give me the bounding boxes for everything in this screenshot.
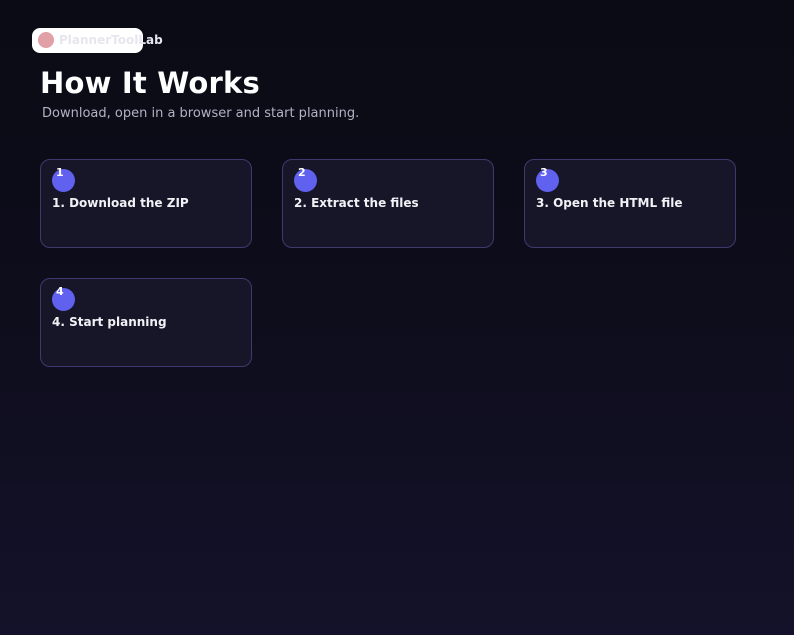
- logo-badge[interactable]: PlannerToolLab: [32, 28, 163, 53]
- step-card-download: 1 1. Download the ZIP: [40, 159, 252, 248]
- step-title: 3. Open the HTML file: [536, 196, 683, 210]
- page-subtitle: Download, open in a browser and start pl…: [42, 106, 360, 121]
- logo-mark-icon: [38, 32, 54, 48]
- step-number: 4: [56, 285, 64, 298]
- step-card-open: 3 3. Open the HTML file: [524, 159, 736, 248]
- step-title: 2. Extract the files: [294, 196, 419, 210]
- logo-text: PlannerToolLab: [59, 33, 163, 47]
- step-title: 1. Download the ZIP: [52, 196, 189, 210]
- step-card-plan: 4 4. Start planning: [40, 278, 252, 367]
- step-number: 3: [540, 166, 548, 179]
- page-title: How It Works: [40, 66, 260, 100]
- step-number: 2: [298, 166, 306, 179]
- step-card-extract: 2 2. Extract the files: [282, 159, 494, 248]
- step-title: 4. Start planning: [52, 315, 167, 329]
- step-number: 1: [56, 166, 64, 179]
